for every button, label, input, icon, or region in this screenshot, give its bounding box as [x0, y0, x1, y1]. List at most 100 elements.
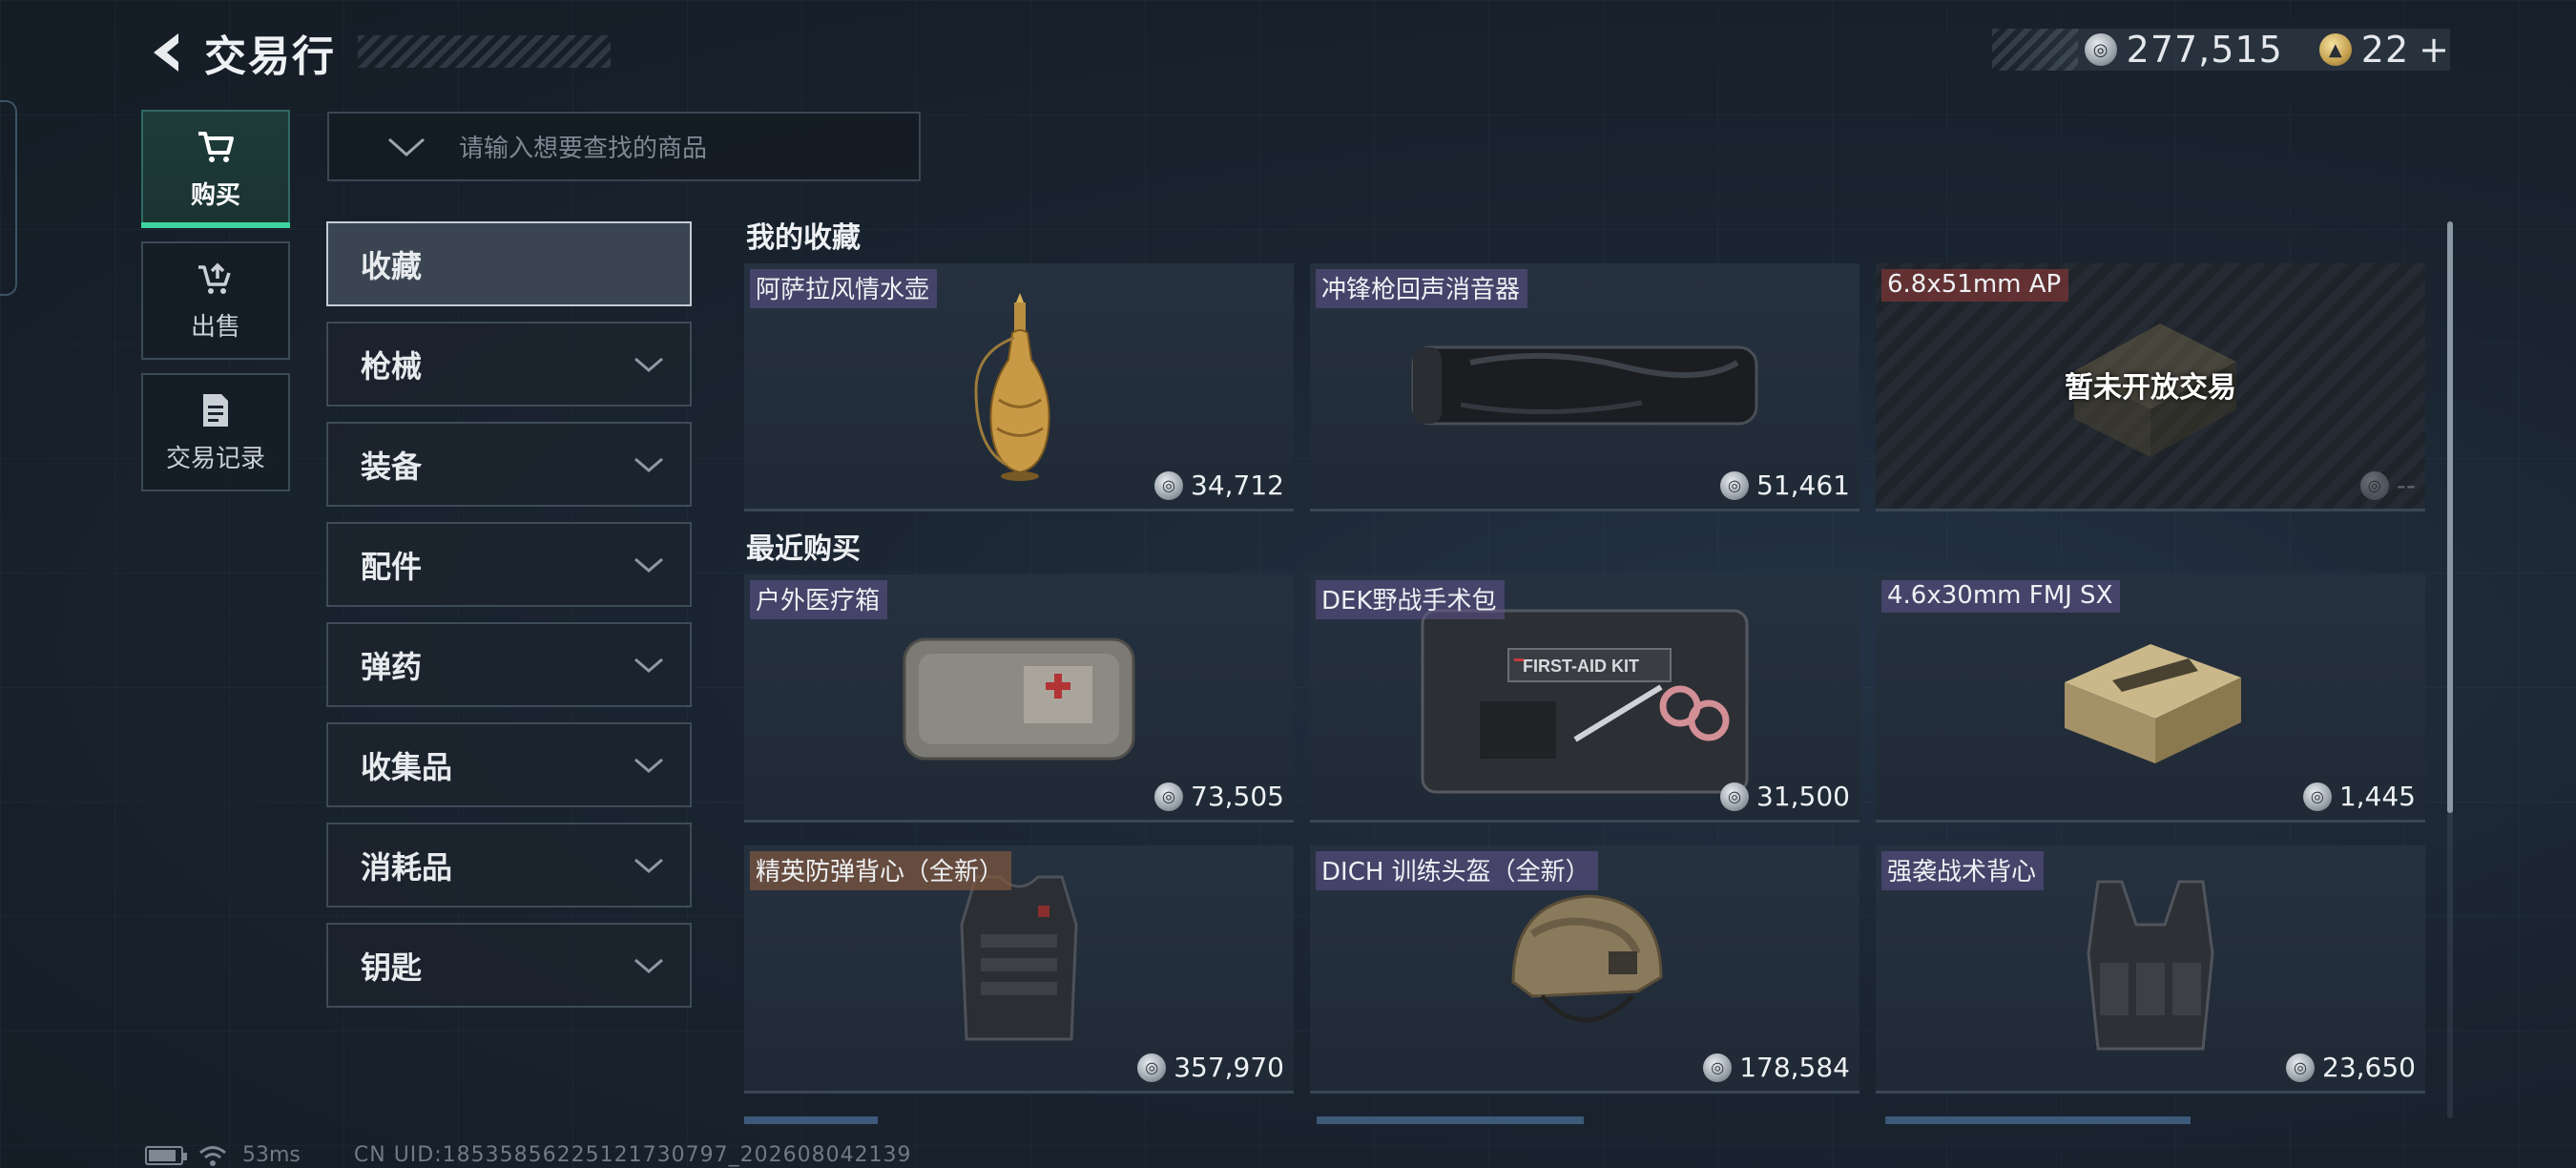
medical-bag-icon [744, 601, 1294, 791]
price-value: 34,712 [1191, 469, 1284, 501]
item-card[interactable]: 阿萨拉风情水壶 ◎ 34,712 [744, 263, 1294, 511]
price-value: 31,500 [1756, 781, 1850, 812]
header: 交易行 [143, 24, 336, 81]
category-consumables[interactable]: 消耗品 [326, 823, 692, 907]
silver-coin-icon: ◎ [1703, 1053, 1733, 1082]
category-favorites[interactable]: 收藏 [326, 221, 692, 306]
item-price: ◎ 178,584 [1703, 1052, 1850, 1083]
category-keys[interactable]: 钥匙 [326, 923, 692, 1008]
category-label: 枪械 [361, 347, 423, 385]
item-name: 户外医疗箱 [750, 580, 888, 619]
item-card[interactable]: 精英防弹背心（全新） ◎ 357,970 [744, 845, 1294, 1094]
category-label: 消耗品 [361, 848, 453, 886]
item-name: 4.6x30mm FMJ SX [1881, 580, 2121, 613]
price-value: 1,445 [2338, 781, 2416, 812]
item-card[interactable]: 强袭战术背心 ◎ 23,650 [1876, 845, 2425, 1094]
item-card[interactable]: 4.6x30mm FMJ SX ◎ 1,445 [1876, 574, 2425, 823]
silver-coin-icon: ◎ [1720, 782, 1750, 811]
scrollbar-thumb[interactable] [2447, 221, 2453, 813]
wifi-icon [199, 1145, 226, 1166]
item-card[interactable]: DICH 训练头盔（全新） ◎ 178,584 [1310, 845, 1859, 1094]
silver-coin-icon: ◎ [1137, 1053, 1167, 1082]
item-price: ◎ 34,712 [1154, 469, 1284, 501]
category-list: 收藏 枪械 装备 配件 弹药 收集品 消耗品 钥匙 [326, 221, 692, 1023]
category-ammo[interactable]: 弹药 [326, 622, 692, 707]
helmet-icon [1310, 872, 1859, 1062]
chevron-down-icon [634, 457, 663, 472]
tactical-vest-icon [1876, 872, 2425, 1062]
item-name: 冲锋枪回声消音器 [1316, 269, 1528, 308]
suppressor-icon [1310, 290, 1859, 480]
page-title: 交易行 [204, 32, 336, 81]
price-value: 51,461 [1756, 469, 1850, 501]
gold-coin-icon: ▲ [2318, 33, 2352, 66]
chevron-down-icon [634, 657, 663, 673]
gold-currency[interactable]: ▲ 22 + [2318, 29, 2450, 71]
back-button[interactable] [143, 24, 191, 81]
category-equipment[interactable]: 装备 [326, 422, 692, 507]
recent-grid: 户外医疗箱 ◎ 73,505 DEK野战手术包 FIRST-AID KIT ◎ … [744, 574, 2428, 1094]
nav-label: 交易记录 [165, 444, 265, 473]
silver-balance: 277,515 [2126, 29, 2283, 71]
price-value: -- [2396, 469, 2416, 501]
nav-label: 购买 [190, 180, 240, 210]
silver-coin-icon: ◎ [1154, 470, 1184, 500]
sell-icon [195, 260, 237, 298]
gold-balance: 22 [2360, 29, 2410, 71]
chevron-down-icon [634, 557, 663, 573]
back-arrow-icon [154, 33, 178, 72]
status-bar: 53ms CN UID:18535856225121730797_2026080… [145, 1143, 912, 1167]
category-label: 配件 [361, 548, 423, 585]
item-card[interactable]: 户外医疗箱 ◎ 73,505 [744, 574, 1294, 823]
item-name: DEK野战手术包 [1316, 580, 1505, 619]
item-price: ◎ -- [2359, 469, 2416, 501]
battery-icon [145, 1145, 187, 1165]
item-name: 精英防弹背心（全新） [750, 851, 1012, 890]
next-row-hint [744, 1116, 878, 1124]
category-guns[interactable]: 枪械 [326, 322, 692, 407]
chevron-down-icon [634, 357, 663, 372]
trade-locked-label: 暂未开放交易 [2065, 371, 2236, 405]
price-value: 73,505 [1191, 781, 1284, 812]
surgery-kit-icon: FIRST-AID KIT [1310, 601, 1859, 793]
record-icon [195, 391, 237, 429]
section-title-favorites: 我的收藏 [746, 221, 861, 255]
price-value: 23,650 [2322, 1052, 2416, 1083]
chevron-down-icon[interactable] [373, 114, 440, 179]
chevron-down-icon [634, 958, 663, 973]
category-label: 装备 [361, 448, 423, 485]
silver-coin-icon: ◎ [2302, 782, 2332, 811]
category-label: 弹药 [361, 648, 423, 685]
body-armor-icon [744, 872, 1294, 1062]
item-card[interactable]: DEK野战手术包 FIRST-AID KIT ◎ 31,500 [1310, 574, 1859, 823]
category-collectibles[interactable]: 收集品 [326, 722, 692, 807]
search-placeholder: 请输入想要查找的商品 [459, 135, 708, 163]
ornate-vase-icon [744, 290, 1294, 481]
search-input[interactable]: 请输入想要查找的商品 [327, 112, 921, 181]
nav-sell[interactable]: 出售 [141, 241, 290, 360]
item-card-locked[interactable]: 6.8x51mm AP 暂未开放交易 ◎ -- [1876, 263, 2425, 511]
item-content: 我的收藏 阿萨拉风情水壶 ◎ 34,712 冲锋枪回声消音器 ◎ 51,461 … [744, 218, 2428, 1119]
price-value: 357,970 [1174, 1052, 1284, 1083]
nav-buy[interactable]: 购买 [141, 110, 290, 228]
user-uid: CN UID:18535856225121730797_202608042139 [353, 1143, 912, 1167]
item-name: 强袭战术背心 [1881, 851, 2045, 890]
category-label: 收藏 [361, 247, 423, 284]
silver-coin-icon: ◎ [1154, 782, 1184, 811]
item-price: ◎ 357,970 [1137, 1052, 1284, 1083]
side-drawer-handle[interactable] [0, 100, 17, 296]
item-price: ◎ 51,461 [1720, 469, 1850, 501]
svg-text:FIRST-AID KIT: FIRST-AID KIT [1523, 657, 1639, 676]
category-attachments[interactable]: 配件 [326, 522, 692, 607]
add-gold-button[interactable]: + [2419, 29, 2450, 71]
silver-coin-icon: ◎ [1720, 470, 1750, 500]
nav-records[interactable]: 交易记录 [141, 373, 290, 491]
item-price: ◎ 73,505 [1154, 781, 1284, 812]
silver-coin-icon: ◎ [2359, 470, 2389, 500]
item-price: ◎ 23,650 [2286, 1052, 2416, 1083]
item-card[interactable]: 冲锋枪回声消音器 ◎ 51,461 [1310, 263, 1859, 511]
category-label: 收集品 [361, 748, 453, 785]
chevron-down-icon [634, 758, 663, 773]
silver-coin-icon: ◎ [2286, 1053, 2316, 1082]
nav-label: 出售 [190, 312, 240, 342]
